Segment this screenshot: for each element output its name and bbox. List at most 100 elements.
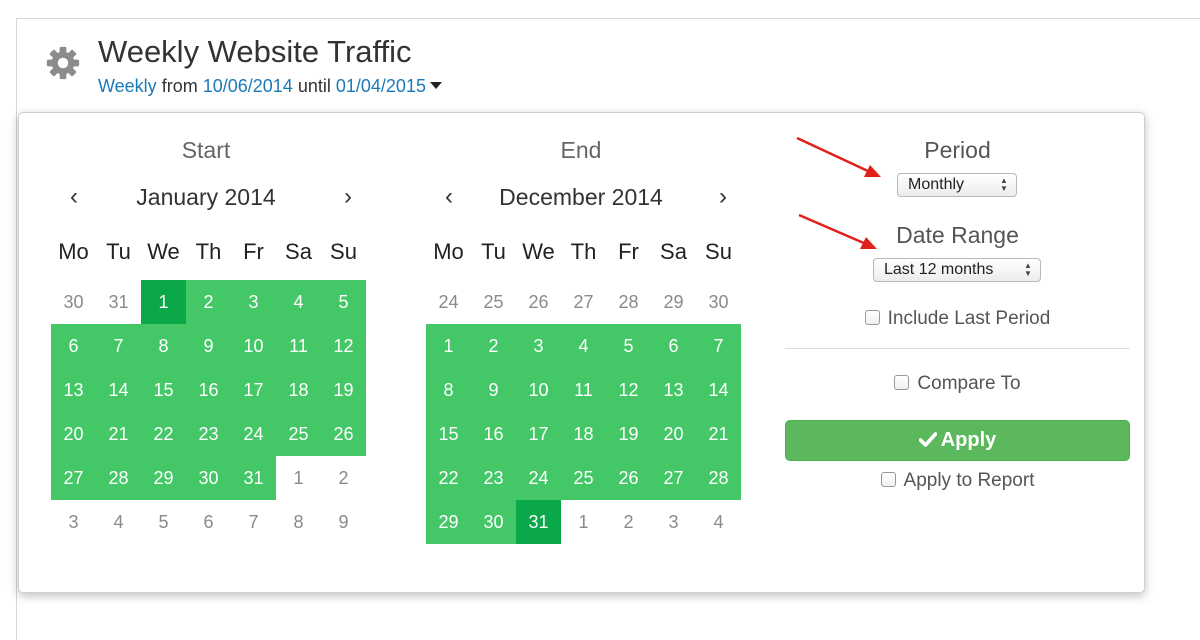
report-date-summary[interactable]: Weekly from 10/06/2014 until 01/04/2015 — [98, 76, 442, 97]
gear-icon[interactable] — [44, 44, 82, 82]
end-day-cell[interactable]: 2 — [471, 324, 516, 368]
end-day-cell[interactable]: 22 — [426, 456, 471, 500]
end-next-month-button[interactable]: › — [708, 183, 738, 211]
start-day-cell[interactable]: 30 — [186, 456, 231, 500]
end-endpoint-day[interactable]: 31 — [516, 500, 561, 544]
start-day-cell[interactable]: 10 — [231, 324, 276, 368]
start-day-cell[interactable]: 26 — [321, 412, 366, 456]
end-day-cell[interactable]: 27 — [561, 280, 606, 324]
end-day-cell[interactable]: 15 — [426, 412, 471, 456]
start-day-cell[interactable]: 18 — [276, 368, 321, 412]
frequency-link[interactable]: Weekly — [98, 76, 157, 96]
start-day-cell[interactable]: 31 — [231, 456, 276, 500]
apply-to-report-option[interactable]: Apply to Report — [785, 470, 1130, 492]
end-day-cell[interactable]: 29 — [426, 500, 471, 544]
end-day-cell[interactable]: 27 — [651, 456, 696, 500]
end-day-cell[interactable]: 3 — [516, 324, 561, 368]
end-day-cell[interactable]: 12 — [606, 368, 651, 412]
end-day-cell[interactable]: 24 — [516, 456, 561, 500]
start-day-cell[interactable]: 4 — [276, 280, 321, 324]
start-day-cell[interactable]: 5 — [141, 500, 186, 544]
start-day-cell[interactable]: 19 — [321, 368, 366, 412]
end-day-cell[interactable]: 16 — [471, 412, 516, 456]
start-day-cell[interactable]: 13 — [51, 368, 96, 412]
end-day-cell[interactable]: 7 — [696, 324, 741, 368]
end-day-cell[interactable]: 25 — [471, 280, 516, 324]
include-last-period-checkbox[interactable] — [864, 310, 880, 325]
start-day-cell[interactable]: 5 — [321, 280, 366, 324]
start-day-cell[interactable]: 9 — [186, 324, 231, 368]
start-day-cell[interactable]: 4 — [96, 500, 141, 544]
end-day-cell[interactable]: 4 — [561, 324, 606, 368]
end-day-cell[interactable]: 30 — [471, 500, 516, 544]
start-day-cell[interactable]: 2 — [321, 456, 366, 500]
end-day-cell[interactable]: 25 — [561, 456, 606, 500]
start-day-cell[interactable]: 3 — [51, 500, 96, 544]
end-day-cell[interactable]: 2 — [606, 500, 651, 544]
start-day-cell[interactable]: 21 — [96, 412, 141, 456]
period-select[interactable]: Monthly ▲ ▼ — [897, 173, 1017, 197]
start-day-cell[interactable]: 1 — [276, 456, 321, 500]
start-day-cell[interactable]: 16 — [186, 368, 231, 412]
start-day-cell[interactable]: 6 — [51, 324, 96, 368]
apply-to-report-checkbox[interactable] — [880, 472, 896, 487]
end-day-cell[interactable]: 20 — [651, 412, 696, 456]
end-day-cell[interactable]: 30 — [696, 280, 741, 324]
compare-to-option[interactable]: Compare To — [785, 373, 1130, 395]
start-day-cell[interactable]: 17 — [231, 368, 276, 412]
start-day-cell[interactable]: 11 — [276, 324, 321, 368]
end-day-cell[interactable]: 19 — [606, 412, 651, 456]
start-day-cell[interactable]: 31 — [96, 280, 141, 324]
end-day-cell[interactable]: 3 — [651, 500, 696, 544]
end-day-cell[interactable]: 26 — [516, 280, 561, 324]
end-day-cell[interactable]: 29 — [651, 280, 696, 324]
compare-to-checkbox[interactable] — [894, 375, 910, 390]
end-day-cell[interactable]: 28 — [606, 280, 651, 324]
include-last-period-option[interactable]: Include Last Period — [785, 308, 1130, 330]
end-date-link[interactable]: 01/04/2015 — [336, 76, 426, 96]
end-day-cell[interactable]: 14 — [696, 368, 741, 412]
end-day-cell[interactable]: 18 — [561, 412, 606, 456]
start-day-cell[interactable]: 24 — [231, 412, 276, 456]
start-next-month-button[interactable]: › — [333, 183, 363, 211]
start-day-cell[interactable]: 2 — [186, 280, 231, 324]
start-day-cell[interactable]: 28 — [96, 456, 141, 500]
end-day-cell[interactable]: 1 — [426, 324, 471, 368]
start-day-cell[interactable]: 29 — [141, 456, 186, 500]
end-day-cell[interactable]: 13 — [651, 368, 696, 412]
start-day-cell[interactable]: 23 — [186, 412, 231, 456]
end-day-cell[interactable]: 17 — [516, 412, 561, 456]
end-day-cell[interactable]: 26 — [606, 456, 651, 500]
date-range-select[interactable]: Last 12 months ▲ ▼ — [873, 258, 1041, 282]
start-day-cell[interactable]: 22 — [141, 412, 186, 456]
apply-button[interactable]: Apply — [785, 420, 1130, 461]
start-day-cell[interactable]: 12 — [321, 324, 366, 368]
end-day-cell[interactable]: 5 — [606, 324, 651, 368]
start-day-cell[interactable]: 30 — [51, 280, 96, 324]
end-day-cell[interactable]: 24 — [426, 280, 471, 324]
start-endpoint-day[interactable]: 1 — [141, 280, 186, 324]
start-day-cell[interactable]: 14 — [96, 368, 141, 412]
end-day-cell[interactable]: 8 — [426, 368, 471, 412]
end-day-cell[interactable]: 11 — [561, 368, 606, 412]
end-day-cell[interactable]: 1 — [561, 500, 606, 544]
end-day-cell[interactable]: 21 — [696, 412, 741, 456]
end-day-cell[interactable]: 6 — [651, 324, 696, 368]
start-day-cell[interactable]: 8 — [276, 500, 321, 544]
start-day-cell[interactable]: 15 — [141, 368, 186, 412]
start-day-cell[interactable]: 20 — [51, 412, 96, 456]
start-day-cell[interactable]: 6 — [186, 500, 231, 544]
start-day-cell[interactable]: 27 — [51, 456, 96, 500]
start-day-cell[interactable]: 7 — [96, 324, 141, 368]
end-day-cell[interactable]: 10 — [516, 368, 561, 412]
caret-down-icon[interactable] — [429, 82, 442, 89]
end-day-cell[interactable]: 28 — [696, 456, 741, 500]
start-day-cell[interactable]: 9 — [321, 500, 366, 544]
start-day-cell[interactable]: 8 — [141, 324, 186, 368]
end-day-cell[interactable]: 4 — [696, 500, 741, 544]
start-date-link[interactable]: 10/06/2014 — [203, 76, 293, 96]
end-day-cell[interactable]: 23 — [471, 456, 516, 500]
start-day-cell[interactable]: 7 — [231, 500, 276, 544]
start-day-cell[interactable]: 25 — [276, 412, 321, 456]
end-day-cell[interactable]: 9 — [471, 368, 516, 412]
